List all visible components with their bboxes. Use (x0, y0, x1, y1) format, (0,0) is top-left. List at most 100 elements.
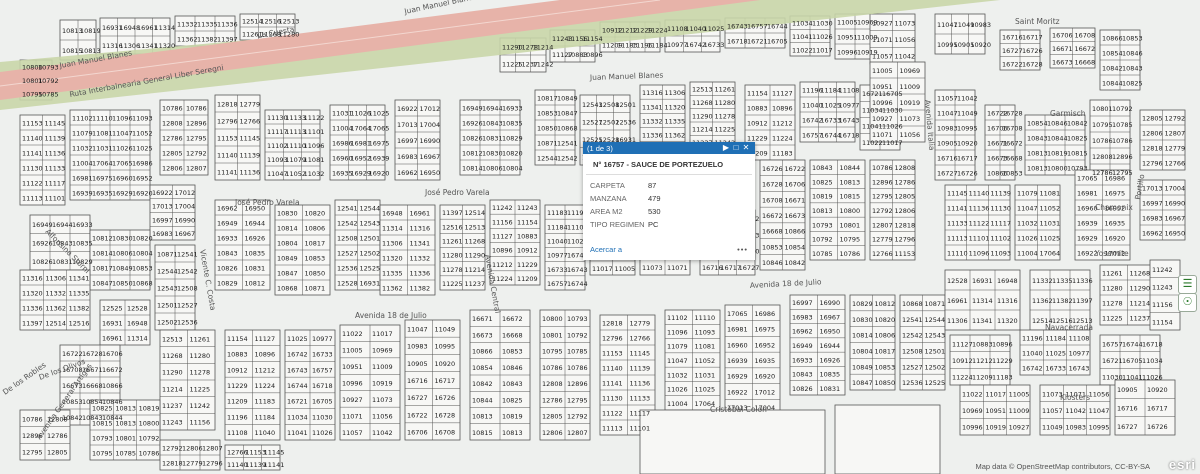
more-options-icon[interactable]: ••• (737, 245, 748, 254)
lot-number: 10866 (102, 382, 123, 390)
lot-number: 16961 (410, 210, 431, 218)
lot-number: 16743 (1069, 365, 1090, 373)
large-lot (834, 404, 941, 474)
lot-number: 16933 (217, 235, 238, 243)
lot-number: 16743 (839, 117, 860, 125)
lot-number: 17065 (112, 160, 133, 168)
maximize-icon[interactable]: □ (731, 142, 741, 154)
lot-number: 11096 (667, 328, 688, 336)
lot-number: 10792 (567, 331, 588, 339)
city-block (334, 199, 381, 291)
lot-number: 11140 (217, 152, 238, 160)
attribute-row: MANZANA 479 (590, 192, 661, 205)
lot-number: 12806 (162, 165, 183, 173)
lot-number: 16744 (1122, 340, 1143, 348)
lot-number: 11047 (1089, 407, 1110, 415)
street-label: Cristóbal Colón (710, 405, 767, 414)
lot-number: 16975 (755, 326, 776, 334)
lot-number: 16757 (312, 366, 333, 374)
lot-number: 16671 (1052, 45, 1073, 53)
lot-number: 11320 (665, 103, 686, 111)
zoom-to-link[interactable]: Acercar a (590, 245, 622, 254)
lot-number: 12807 (1165, 130, 1186, 138)
lot-number: 16718 (1142, 340, 1163, 348)
lot-number: 10846 (502, 364, 523, 372)
lot-number: 11025 (1040, 235, 1061, 243)
lot-number: 12796 (602, 335, 623, 343)
lot-number: 10830 (277, 210, 298, 218)
lot-number: 11056 (900, 131, 921, 139)
lot-number: 11117 (990, 220, 1011, 228)
lot-number: 10814 (92, 250, 113, 258)
lot-number: 10785 (1112, 121, 1133, 129)
lot-number: 11052 (695, 357, 716, 365)
lot-number: 10996 (872, 99, 893, 107)
lot-number: 11130 (990, 205, 1011, 213)
lot-number: 10831 (245, 265, 266, 273)
lot-number: 11032 (72, 145, 93, 153)
lot-number: 16935 (755, 357, 776, 365)
lot-number: 11214 (692, 126, 713, 134)
lot-number: 11108 (839, 87, 860, 95)
lot-number: 12501 (615, 101, 636, 109)
lot-number: 10804 (277, 240, 298, 248)
lot-number: 11332 (642, 117, 663, 125)
lot-number: 17012 (420, 105, 441, 113)
lot-number: 16742 (287, 351, 308, 359)
lot-number: 10812 (462, 150, 483, 158)
lot-number: 10951 (342, 363, 363, 371)
lot-number: 11290 (162, 369, 183, 377)
attribute-value: 87 (648, 181, 657, 190)
lot-number: 16721 (862, 90, 883, 98)
lot-number: 11362 (45, 305, 66, 313)
lot-number: 16717 (1022, 34, 1043, 42)
locate-widget[interactable]: ☉ (1178, 293, 1197, 312)
lot-number: 11341 (972, 317, 993, 325)
lot-number: 16983 (792, 313, 813, 321)
lot-number: 12896 (567, 380, 588, 388)
lot-number: 10920 (970, 41, 991, 49)
lot-number: 16717 (957, 155, 978, 163)
lot-number: 10866 (472, 348, 493, 356)
lot-number: 11341 (410, 240, 431, 248)
lot-number: 10896 (492, 247, 513, 255)
lot-number: 11030 (312, 413, 333, 421)
lot-number: 11145 (947, 190, 968, 198)
lot-number: 16726 (435, 394, 456, 402)
lot-number: 11049 (435, 326, 456, 334)
lot-number: 11031 (695, 371, 716, 379)
lot-number: 10785 (38, 90, 59, 98)
lot-number: 11196 (1022, 335, 1043, 343)
esri-logo: esri (1168, 457, 1196, 472)
lot-number: 11212 (772, 120, 793, 128)
lot-number: 11243 (1152, 283, 1173, 291)
lot-number: 16975 (369, 140, 390, 148)
layers-widget[interactable]: ☰ (1178, 275, 1197, 294)
lot-number: 10843 (1027, 135, 1048, 143)
lot-number: 10830 (482, 150, 503, 158)
lot-number: 11110 (947, 250, 968, 258)
lot-number: 11030 (882, 106, 903, 114)
lot-number: 10835 (245, 250, 266, 258)
lot-number: 10912 (227, 366, 248, 374)
lot-number: 16967 (175, 230, 196, 238)
lot-number: 10969 (372, 347, 393, 355)
lot-number: 10819 (80, 27, 101, 35)
lot-number: 10830 (852, 316, 873, 324)
lot-number: 16672 (502, 315, 523, 323)
close-icon[interactable]: ✕ (741, 142, 751, 154)
lot-number: 10786 (872, 164, 893, 172)
next-feature-icon[interactable]: ▶ (721, 142, 731, 154)
lot-number: 10854 (1102, 50, 1123, 58)
lot-number: 12536 (177, 319, 198, 327)
lot-number: 11026 (312, 429, 333, 437)
lot-number: 10866 (1102, 35, 1123, 43)
lot-number: 16742 (1022, 365, 1043, 373)
map-attribution: Map data © OpenStreetMap contributors, C… (975, 462, 1151, 471)
lot-number: 16705 (767, 38, 788, 46)
city-block (274, 204, 331, 296)
lot-number: 11141 (947, 205, 968, 213)
lot-number: 10801 (840, 221, 861, 229)
street-label: Yosemite (1094, 249, 1129, 258)
lot-number: 11242 (492, 204, 513, 212)
